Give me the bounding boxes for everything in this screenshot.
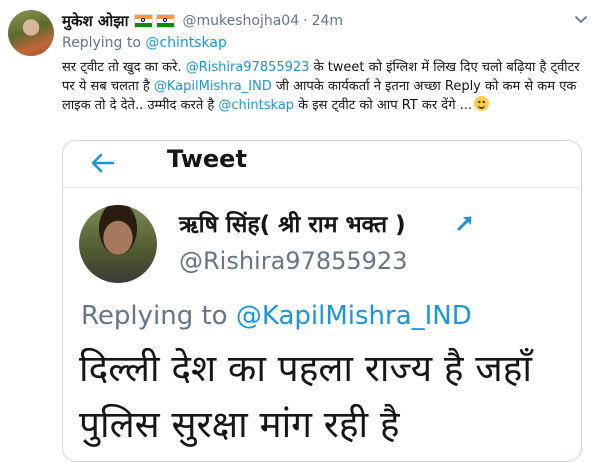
flags	[134, 14, 176, 28]
screenshot-header: Tweet	[63, 141, 581, 188]
screenshot-replying-prefix: Replying to	[81, 301, 228, 331]
text-segment: के इस ट्वीट को आप RT कर देंगे ...	[294, 98, 473, 113]
tweet: मुकेश ओझा @mukeshojha04 · 24m Replying t…	[0, 0, 600, 462]
replying-prefix: Replying to	[62, 35, 141, 51]
timestamp[interactable]: 24m	[312, 13, 343, 29]
replying-mention[interactable]: @chintskap	[145, 35, 226, 51]
back-arrow-icon[interactable]	[89, 149, 117, 177]
screenshot-tweet-text: दिल्ली देश का पहला राज्य है जहाँ पुलिस स…	[79, 347, 532, 446]
screenshot-replying-mention: @KapilMishra_IND	[235, 301, 472, 331]
pinned-arrow-icon	[457, 216, 472, 231]
india-flag-icon	[134, 14, 154, 28]
screenshot-title: Tweet	[167, 145, 247, 173]
screenshot-replying-line: Replying to @KapilMishra_IND	[81, 301, 472, 331]
tweet-text: सर ट्वीट तो खुद का करे. @Rishira97855923…	[62, 58, 590, 115]
screenshot-handle: @Rishira97855923	[179, 247, 408, 275]
replying-line: Replying to @chintskap	[62, 35, 227, 51]
tweet-header: मुकेश ओझा @mukeshojha04 · 24m	[62, 10, 343, 32]
screenshot-avatar	[79, 205, 157, 283]
separator-dot: ·	[303, 13, 308, 29]
embedded-screenshot[interactable]: Tweet ऋषि सिंह( श्री राम भक्त ) @Rishira…	[62, 140, 582, 462]
author-name[interactable]: मुकेश ओझा	[62, 11, 128, 31]
text-segment: सर ट्वीट तो खुद का करे.	[62, 60, 186, 75]
mention-link[interactable]: @chintskap	[218, 98, 294, 113]
more-chevron-icon[interactable]	[572, 10, 590, 28]
mention-link[interactable]: @Rishira97855923	[186, 60, 310, 75]
india-flag-icon	[156, 14, 176, 28]
avatar[interactable]	[8, 10, 54, 56]
mention-link[interactable]: @KapilMishra_IND	[154, 79, 272, 94]
screenshot-author-name: ऋषि सिंह( श्री राम भक्त )	[179, 212, 406, 238]
smiley-emoji-icon	[474, 96, 490, 111]
author-handle[interactable]: @mukeshojha04	[182, 13, 299, 29]
